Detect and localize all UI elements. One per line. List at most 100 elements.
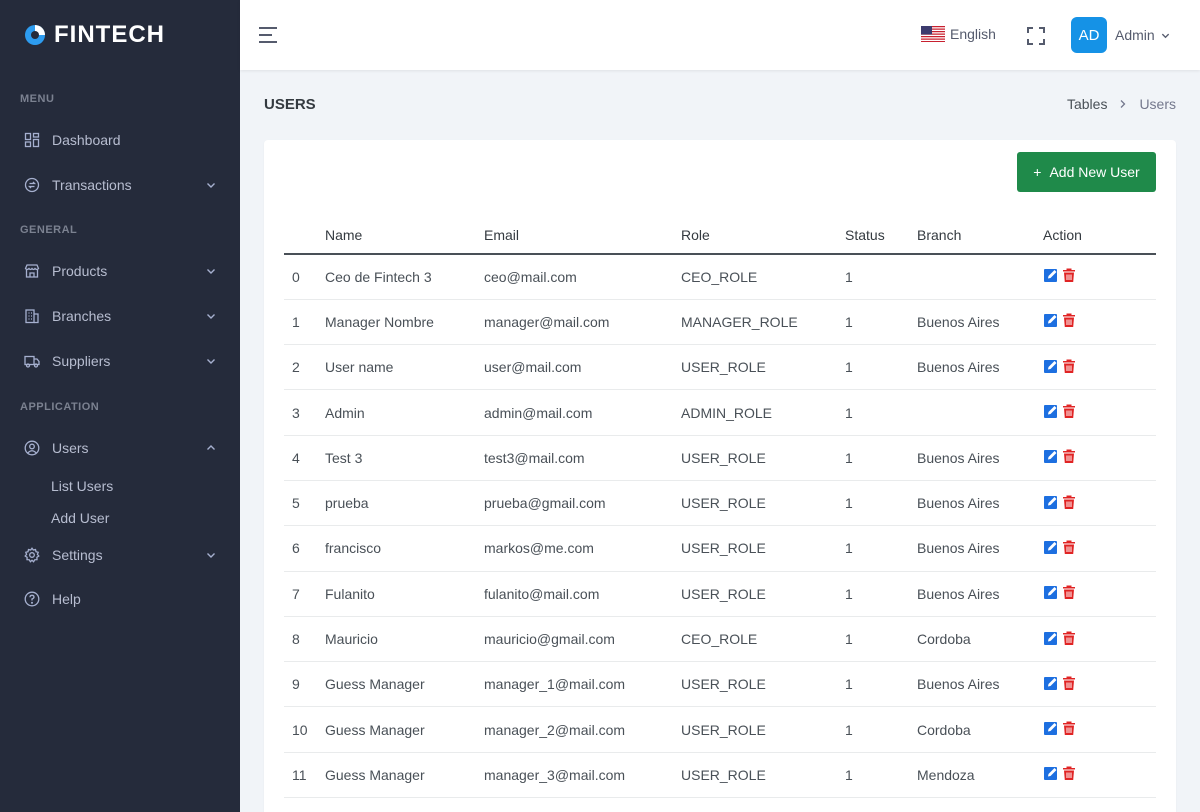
edit-icon[interactable] xyxy=(1043,584,1059,600)
edit-icon[interactable] xyxy=(1043,267,1059,283)
delete-icon[interactable] xyxy=(1061,312,1077,328)
sidebar-item-users[interactable]: Users xyxy=(0,425,240,470)
cell-email: manager_1@mail.com xyxy=(484,661,681,708)
delete-icon[interactable] xyxy=(1061,675,1077,691)
sidebar-item-label: Help xyxy=(52,590,81,607)
sidebar-item-dashboard[interactable]: Dashboard xyxy=(0,117,240,162)
language-selector[interactable]: English xyxy=(921,26,996,42)
cell-action xyxy=(1043,254,1156,300)
cell-index: 10 xyxy=(284,706,325,753)
column-header-action: Action xyxy=(1043,216,1156,255)
gear-icon xyxy=(24,547,40,563)
add-new-user-label: Add New User xyxy=(1049,164,1140,180)
users-card: + Add New User Name Email Role Status Br… xyxy=(264,140,1176,812)
breadcrumb-tables[interactable]: Tables xyxy=(1067,96,1107,112)
sidebar-item-label: Users xyxy=(52,439,89,456)
sidebar-item-label: Suppliers xyxy=(52,352,111,369)
menu-toggle-icon[interactable] xyxy=(259,27,279,45)
edit-icon[interactable] xyxy=(1043,675,1059,691)
cell-status: 1 xyxy=(845,616,917,663)
cell-action xyxy=(1043,752,1156,799)
cell-name: Admin xyxy=(325,389,484,436)
cell-status: 1 xyxy=(845,571,917,617)
cell-action xyxy=(1043,435,1156,481)
cell-name: Manager Nombre xyxy=(325,299,484,346)
brand[interactable]: FINTECH xyxy=(0,0,240,70)
delete-icon[interactable] xyxy=(1061,403,1077,419)
delete-icon[interactable] xyxy=(1061,630,1077,646)
chevron-down-icon xyxy=(207,553,215,558)
breadcrumb: Tables Users xyxy=(1067,96,1176,112)
cell-action xyxy=(1043,571,1156,617)
delete-icon[interactable] xyxy=(1061,539,1077,555)
table-row: 9 Guess Manager manager_1@mail.com USER_ROL… xyxy=(284,661,1156,708)
cell-email: ceo@mail.com xyxy=(484,254,681,300)
sidebar-item-products[interactable]: Products xyxy=(0,248,240,293)
edit-icon[interactable] xyxy=(1043,765,1059,781)
edit-icon[interactable] xyxy=(1043,403,1059,419)
sidebar-item-help[interactable]: Help xyxy=(0,576,240,621)
edit-icon[interactable] xyxy=(1043,448,1059,464)
delete-icon[interactable] xyxy=(1061,720,1077,736)
edit-icon[interactable] xyxy=(1043,494,1059,510)
table-row: 10 Guess Manager manager_2@mail.com USER_RO… xyxy=(284,706,1156,753)
chevron-down-icon xyxy=(1161,33,1169,38)
row-actions xyxy=(1043,539,1077,555)
sidebar-item-label: Products xyxy=(52,262,108,279)
menu-section-title: MENU xyxy=(20,93,55,105)
sidebar-item-suppliers[interactable]: Suppliers xyxy=(0,338,240,383)
cell-index: 8 xyxy=(284,616,325,663)
cell-email: manager@mail.com xyxy=(484,299,681,346)
cell-role: CEO_ROLE xyxy=(681,254,845,300)
truck-icon xyxy=(24,353,40,369)
chevron-down-icon xyxy=(207,182,215,188)
sidebar-item-branches[interactable]: Branches xyxy=(0,293,240,338)
table-row: 2 User name user@mail.com USER_ROLE 1 Buenos … xyxy=(284,344,1156,391)
cell-status: 1 xyxy=(845,661,917,708)
cell-branch: Buenos Aires xyxy=(917,299,1043,346)
delete-icon[interactable] xyxy=(1061,358,1077,374)
sidebar-item-settings[interactable]: Settings xyxy=(0,534,240,576)
edit-icon[interactable] xyxy=(1043,720,1059,736)
edit-icon[interactable] xyxy=(1043,312,1059,328)
table-row: 3 Admin admin@mail.com ADMIN_ROLE 1 xyxy=(284,389,1156,436)
sidebar: FINTECH MENU Dashboard Transactions GENE… xyxy=(0,0,240,812)
cell-index: 9 xyxy=(284,661,325,708)
table-row: 7 Fulanito fulanito@mail.com USER_ROLE 1 Buen… xyxy=(284,571,1156,617)
delete-icon[interactable] xyxy=(1061,267,1077,283)
cell-branch: Cordoba xyxy=(917,616,1043,663)
cell-role: USER_ROLE xyxy=(681,752,845,799)
edit-icon[interactable] xyxy=(1043,539,1059,555)
delete-icon[interactable] xyxy=(1061,584,1077,600)
cell-index: 2 xyxy=(284,344,325,391)
sidebar-item-label: Branches xyxy=(52,307,112,324)
submenu-list-users[interactable]: List Users xyxy=(0,470,240,502)
cell-status: 1 xyxy=(845,389,917,436)
cell-role: USER_ROLE xyxy=(681,706,845,753)
edit-icon[interactable] xyxy=(1043,358,1059,374)
cell-action xyxy=(1043,389,1156,436)
sidebar-item-transactions[interactable]: Transactions xyxy=(0,162,240,207)
submenu-add-user[interactable]: Add User xyxy=(0,502,240,534)
delete-icon[interactable] xyxy=(1061,494,1077,510)
cell-name: Mauricio xyxy=(325,616,484,663)
table-row: 4 Test 3 test3@mail.com USER_ROLE 1 Buenos Ai… xyxy=(284,435,1156,481)
delete-icon[interactable] xyxy=(1061,448,1077,464)
users-table-body: 0 Ceo de Fintech 3 ceo@mail.com CEO_ROLE 1 1 M… xyxy=(284,254,1156,799)
fullscreen-icon[interactable] xyxy=(1026,26,1046,46)
application-section-title: APPLICATION xyxy=(20,401,100,413)
row-actions xyxy=(1043,358,1077,374)
add-new-user-button[interactable]: + Add New User xyxy=(1017,152,1156,192)
user-menu[interactable]: AD Admin xyxy=(1071,17,1170,53)
cell-email: admin@mail.com xyxy=(484,389,681,436)
cell-index: 7 xyxy=(284,571,325,617)
cell-index: 6 xyxy=(284,525,325,572)
cell-branch: Buenos Aires xyxy=(917,525,1043,572)
cell-role: ADMIN_ROLE xyxy=(681,389,845,436)
edit-icon[interactable] xyxy=(1043,630,1059,646)
cell-status: 1 xyxy=(845,706,917,753)
cell-status: 1 xyxy=(845,254,917,300)
delete-icon[interactable] xyxy=(1061,765,1077,781)
cell-status: 1 xyxy=(845,299,917,346)
row-actions xyxy=(1043,675,1077,691)
